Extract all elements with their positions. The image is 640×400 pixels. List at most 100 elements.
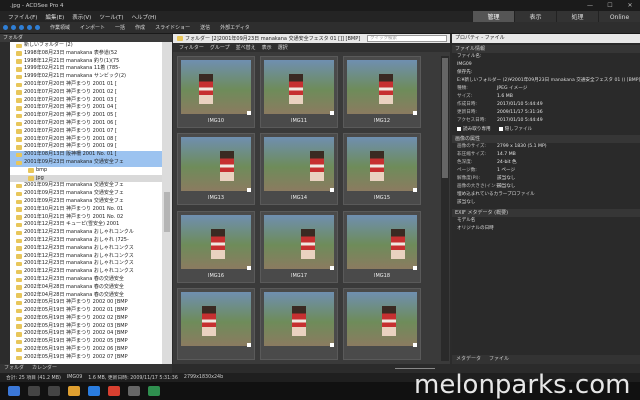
thumbnail-item[interactable]: IMG14 bbox=[260, 133, 338, 206]
send-button[interactable]: 送信 bbox=[200, 24, 210, 31]
folder-scrollbar[interactable] bbox=[162, 42, 172, 364]
exif-section[interactable]: EXIF メタデータ (概要) bbox=[452, 209, 640, 217]
thumbnail-item[interactable] bbox=[260, 287, 338, 360]
up-icon[interactable] bbox=[19, 25, 24, 30]
checkbox[interactable] bbox=[457, 127, 461, 131]
maximize-button[interactable]: ☐ bbox=[600, 0, 620, 11]
folder-row[interactable]: 2001年07月20日 神戸まつり 2001 06 [ bbox=[10, 120, 162, 128]
folder-row[interactable]: 2001年07月20日 神戸まつり 2001 07 [ bbox=[10, 128, 162, 136]
refresh-icon[interactable] bbox=[27, 25, 32, 30]
folder-row[interactable]: 1999年02月21日 manakana サンビック(2) bbox=[10, 73, 162, 81]
select-checkbox[interactable] bbox=[413, 188, 417, 193]
start-icon[interactable] bbox=[8, 386, 20, 396]
folder-row[interactable]: 2001年08月13日 阪神柵 2001 No. 01 [ bbox=[10, 151, 162, 159]
menu-help[interactable]: ヘルプ(H) bbox=[131, 13, 156, 21]
folder-row[interactable]: 1998年08月23日 manakana 表参道(52 bbox=[10, 50, 162, 58]
scroll-thumb[interactable] bbox=[442, 58, 448, 178]
folder-row[interactable]: 2001年12月23日 manakana 春の交通安全 bbox=[10, 276, 162, 284]
thumbnail-item[interactable]: IMG17 bbox=[260, 210, 338, 283]
folder-row[interactable]: 2002年05月19日 神戸まつり 2002 02 [BMP bbox=[10, 315, 162, 323]
thumbnail-item[interactable]: IMG11 bbox=[260, 56, 338, 128]
tab-metadata[interactable]: メタデータ bbox=[452, 355, 485, 364]
thumbnail-item[interactable]: IMG13 bbox=[177, 133, 255, 206]
filter-menu[interactable]: フィルター bbox=[179, 44, 204, 51]
folder-row[interactable]: 2001年09月23日 manakana 交通安全フェ bbox=[10, 198, 162, 206]
folder-tree[interactable]: 新しいフォルダー (2) 1998年08月23日 manakana 表参道(52 1… bbox=[10, 42, 162, 364]
menu-file[interactable]: ファイル(F) bbox=[8, 13, 37, 21]
scroll-thumb[interactable] bbox=[164, 192, 170, 232]
readonly-check[interactable]: 読み取り専用 隠しファイル bbox=[452, 125, 640, 133]
tab-folders[interactable]: フォルダ bbox=[0, 364, 28, 373]
folder-row[interactable]: 新しいフォルダー (2) bbox=[10, 42, 162, 50]
forward-icon[interactable] bbox=[11, 25, 16, 30]
folder-row[interactable]: 2001年12月23日 manakana おしゃれコンクル bbox=[10, 229, 162, 237]
folder-row[interactable]: 2002年05月19日 神戸まつり 2002 06 [BMP bbox=[10, 346, 162, 354]
folder-row[interactable]: 2002年05月19日 神戸まつり 2002 07 [BMP bbox=[10, 354, 162, 362]
folder-row[interactable]: 2001年12月23日 manakana おしゃれコンクス bbox=[10, 245, 162, 253]
workspace-button[interactable]: 作業領域 bbox=[50, 24, 70, 31]
image-attr-section[interactable]: 画像の属性 bbox=[452, 135, 640, 143]
thumbnail-item[interactable] bbox=[177, 287, 255, 360]
select-checkbox[interactable] bbox=[330, 342, 334, 347]
folder-row[interactable]: 2002年05月19日 神戸まつり 2002 00 [BMP bbox=[10, 299, 162, 307]
folder-row[interactable]: 2001年10月21日 神戸まつり 2001 No. 01 bbox=[10, 206, 162, 214]
file-info-section[interactable]: ファイル情報 bbox=[452, 45, 640, 53]
tab-file[interactable]: ファイル bbox=[485, 355, 513, 364]
group-menu[interactable]: グループ bbox=[210, 44, 230, 51]
menu-edit[interactable]: 編集(E) bbox=[45, 13, 64, 21]
select-menu[interactable]: 選択 bbox=[278, 44, 288, 51]
thumbnail-item[interactable]: IMG16 bbox=[177, 210, 255, 283]
folder-row[interactable]: 2002年05月19日 神戸まつり 2002 01 [BMP bbox=[10, 307, 162, 315]
folder-row[interactable]: 2001年07月20日 神戸まつり 2001 04 [ bbox=[10, 104, 162, 112]
select-checkbox[interactable] bbox=[330, 265, 334, 270]
select-checkbox[interactable] bbox=[413, 111, 417, 115]
folder-row[interactable]: 2001年09月23日 manakana 交通安全フェ bbox=[10, 190, 162, 198]
folder-row[interactable]: 2001年12月23日 manakana おしゃれ (725- bbox=[10, 237, 162, 245]
minimize-button[interactable]: — bbox=[580, 0, 600, 11]
thumbnail-scrollbar[interactable] bbox=[441, 56, 449, 361]
folder-row[interactable]: 2001年12月23日 キューピ(雪安全) 2001 bbox=[10, 221, 162, 229]
view-menu[interactable]: 表示 bbox=[262, 44, 272, 51]
batch-button[interactable]: 一括 bbox=[115, 24, 125, 31]
thumbnail-item[interactable]: IMG12 bbox=[343, 56, 421, 128]
select-checkbox[interactable] bbox=[413, 265, 417, 270]
back-icon[interactable] bbox=[3, 25, 8, 30]
select-checkbox[interactable] bbox=[247, 342, 251, 347]
task-view-icon[interactable] bbox=[48, 386, 60, 396]
app-icon[interactable] bbox=[128, 386, 140, 396]
select-checkbox[interactable] bbox=[247, 265, 251, 270]
explorer-icon[interactable] bbox=[68, 386, 80, 396]
checkbox[interactable] bbox=[498, 127, 503, 131]
edge-icon[interactable] bbox=[88, 386, 100, 396]
folder-row[interactable]: 2001年07月20日 神戸まつり 2001 05 [ bbox=[10, 112, 162, 120]
menu-view[interactable]: 表示(V) bbox=[72, 13, 91, 21]
quick-search-input[interactable]: クイック検索 bbox=[367, 35, 447, 42]
folder-row[interactable]: 2002年04月28日 manakana 春の交通安全 bbox=[10, 284, 162, 292]
folder-row[interactable]: 2001年09月23日 manakana 交通安全フェ bbox=[10, 182, 162, 190]
thumbnail-item[interactable]: IMG10 bbox=[177, 56, 255, 128]
chrome-icon[interactable] bbox=[108, 386, 120, 396]
slideshow-button[interactable]: スライドショー bbox=[155, 24, 190, 31]
folder-row[interactable]: 2001年07月20日 神戸まつり 2001 09 [ bbox=[10, 143, 162, 151]
search-icon[interactable] bbox=[28, 386, 40, 396]
tab-calendar[interactable]: カレンダー bbox=[28, 364, 61, 373]
thumbnail-item[interactable] bbox=[343, 287, 421, 360]
folder-row[interactable]: 2001年07月20日 神戸まつり 2001 02 [ bbox=[10, 89, 162, 97]
acdsee-icon[interactable] bbox=[148, 386, 160, 396]
folder-row[interactable]: 2001年09月23日 manakana 交通安全フェ bbox=[10, 158, 162, 167]
select-checkbox[interactable] bbox=[330, 111, 334, 115]
folder-row[interactable]: bmp bbox=[10, 167, 162, 175]
select-checkbox[interactable] bbox=[247, 188, 251, 193]
folder-row[interactable]: 2001年07月20日 神戸まつり 2001 01 [ bbox=[10, 81, 162, 89]
create-button[interactable]: 作成 bbox=[135, 24, 145, 31]
thumbnail-item[interactable]: IMG15 bbox=[343, 133, 421, 206]
close-button[interactable]: ✕ bbox=[620, 0, 640, 11]
select-checkbox[interactable] bbox=[247, 111, 251, 115]
folder-row[interactable]: 2001年12月23日 manakana おしゃれコンクス bbox=[10, 260, 162, 268]
import-button[interactable]: インポート bbox=[80, 24, 105, 31]
thumbnail-item[interactable]: IMG18 bbox=[343, 210, 421, 283]
sort-menu[interactable]: 並べ替え bbox=[236, 44, 256, 51]
select-checkbox[interactable] bbox=[413, 342, 417, 347]
folder-row[interactable]: 2001年12月23日 manakana おしゃれコンクス bbox=[10, 268, 162, 276]
select-checkbox[interactable] bbox=[330, 188, 334, 193]
